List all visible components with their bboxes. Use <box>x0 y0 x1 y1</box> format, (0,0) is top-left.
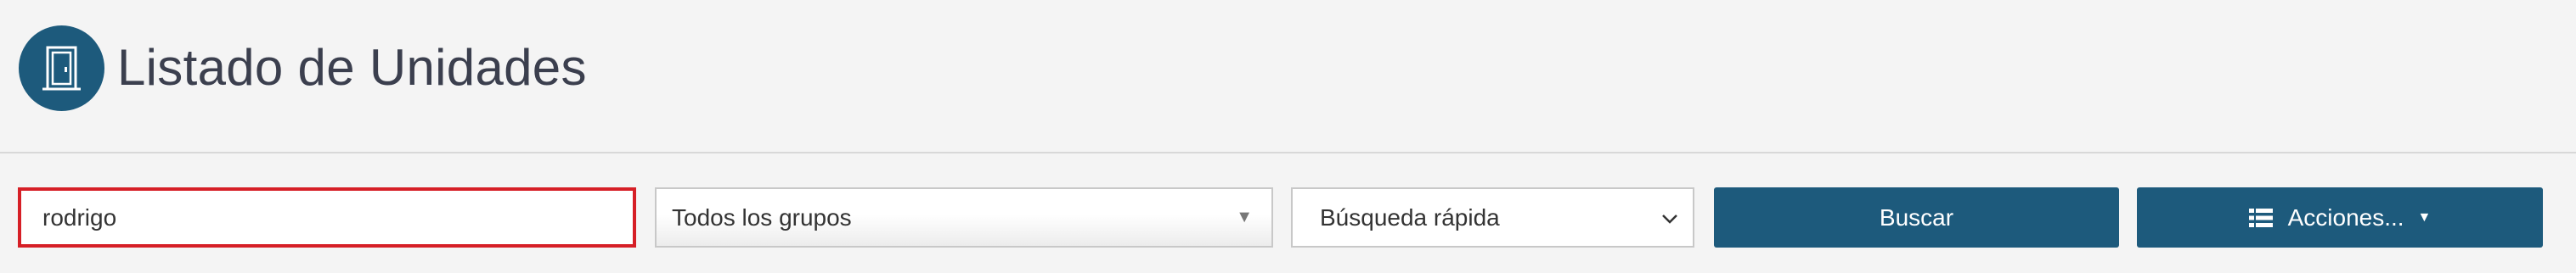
group-select[interactable]: Todos los grupos ▼ <box>655 187 1273 248</box>
actions-dropdown-button[interactable]: Acciones... ▼ <box>2137 187 2543 248</box>
search-button-label: Buscar <box>1879 203 1954 231</box>
header-divider <box>0 152 2576 153</box>
chevron-down-icon <box>1662 214 1677 224</box>
caret-down-icon: ▼ <box>2417 209 2432 225</box>
list-icon <box>2248 208 2273 227</box>
search-input[interactable]: rodrigo <box>18 187 636 248</box>
search-button[interactable]: Buscar <box>1714 187 2119 248</box>
page: Listado de Unidades rodrigo Todos los gr… <box>0 0 2576 273</box>
search-input-value: rodrigo <box>42 203 117 231</box>
group-select-value: Todos los grupos <box>672 203 852 231</box>
actions-button-label: Acciones... <box>2287 203 2404 231</box>
quick-search-value: Búsqueda rápida <box>1320 203 1500 231</box>
page-title: Listado de Unidades <box>117 39 587 96</box>
door-icon <box>19 25 104 111</box>
triangle-down-icon: ▼ <box>1236 208 1253 226</box>
page-header: Listado de Unidades <box>0 0 2576 152</box>
quick-search-select[interactable]: Búsqueda rápida <box>1291 187 1694 248</box>
